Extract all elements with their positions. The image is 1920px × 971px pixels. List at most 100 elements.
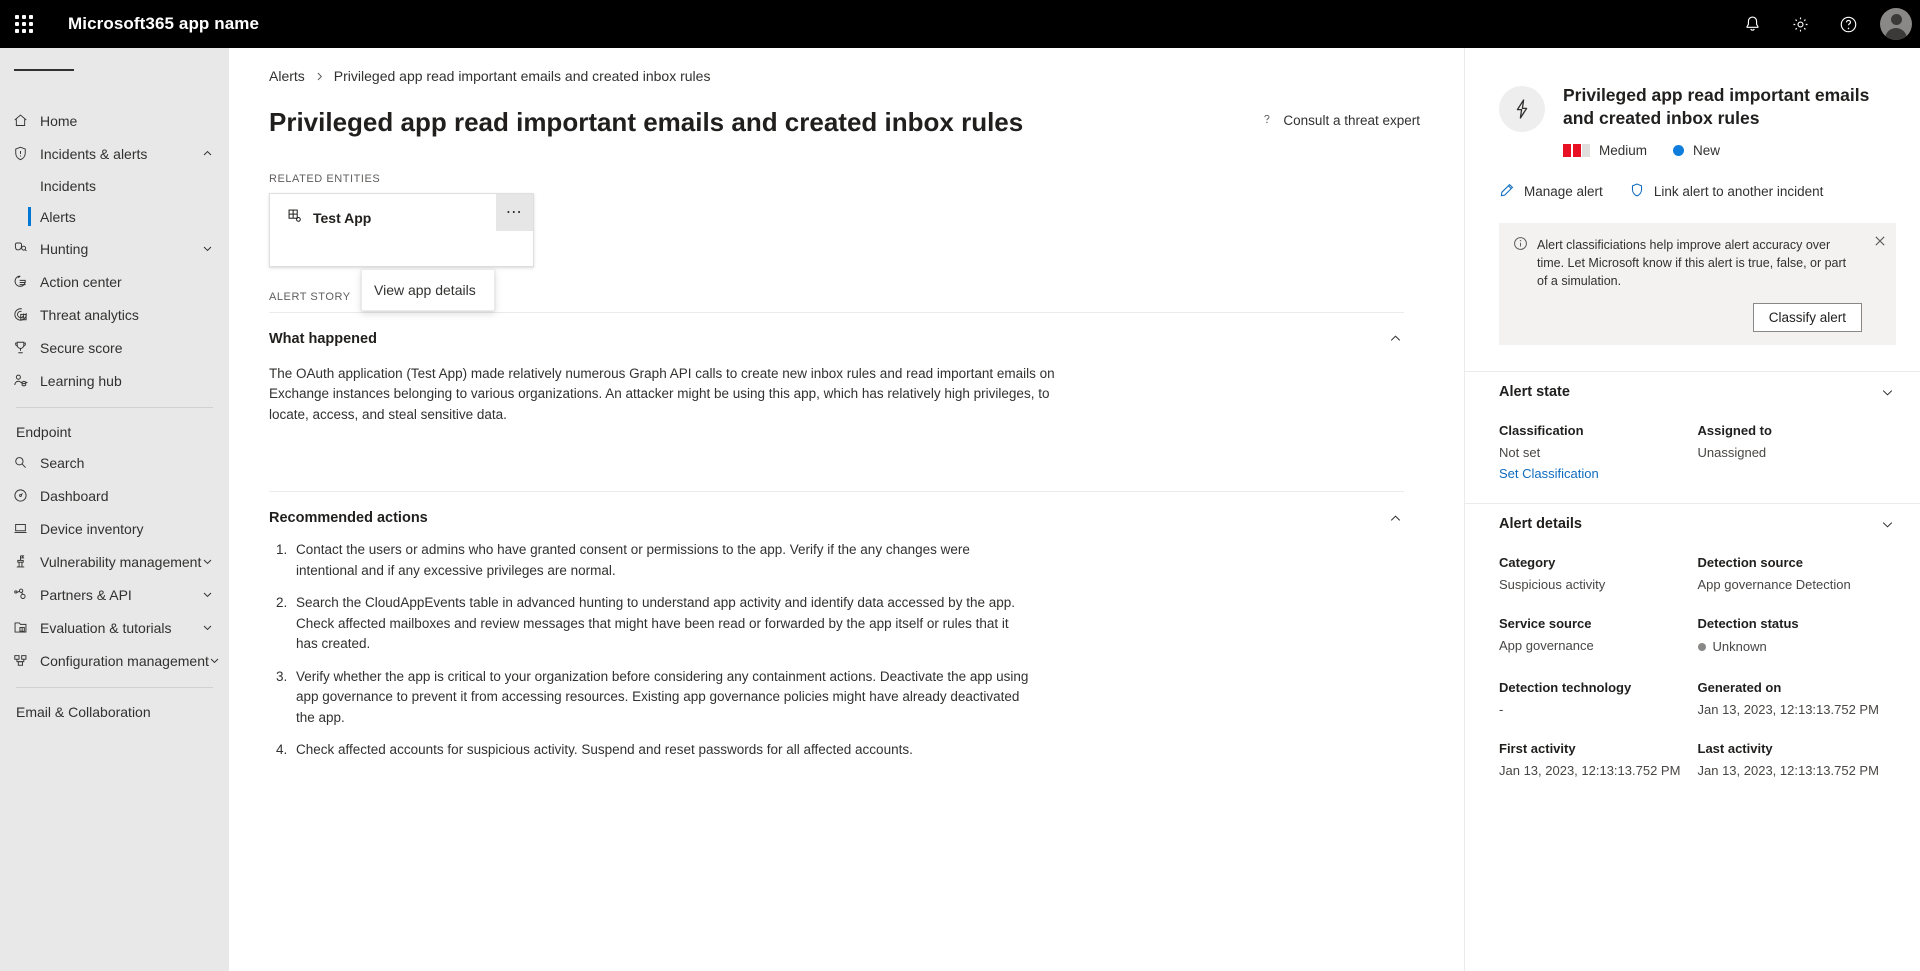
chevron-down-icon[interactable] [202, 243, 213, 254]
consult-threat-expert-button[interactable]: Consult a threat expert [1260, 106, 1420, 129]
field-value: Jan 13, 2023, 12:13:13.752 PM [1697, 701, 1879, 717]
sidebar-item-label: Vulnerability management [40, 553, 202, 570]
related-entities-area: Test App ⋯ View app details [229, 192, 1464, 311]
manage-alert-button[interactable]: Manage alert [1499, 182, 1603, 201]
sidebar-item-configuration-management[interactable]: Configuration management [0, 644, 229, 677]
breadcrumb: Alerts Privileged app read important ema… [229, 48, 1464, 84]
field-detection-source: Detection source App governance Detectio… [1698, 555, 1897, 592]
question-icon[interactable] [1824, 0, 1872, 48]
menu-item-view-app-details[interactable]: View app details [362, 274, 494, 306]
sidebar-item-hunting[interactable]: Hunting [0, 232, 229, 265]
alert-details-fields: Category Suspicious activity Detection s… [1465, 545, 1920, 778]
entity-card-test-app[interactable]: Test App ⋯ [269, 192, 534, 267]
severity-bars-icon [1563, 144, 1590, 158]
sidebar-item-alerts[interactable]: Alerts [0, 201, 229, 232]
chevron-down-icon[interactable] [209, 655, 220, 666]
lightning-bolt-icon [1499, 86, 1545, 132]
link-alert-label: Link alert to another incident [1653, 184, 1824, 200]
field-label: Service source [1499, 615, 1592, 631]
page-header: Privileged app read important emails and… [229, 84, 1464, 139]
learning-hub-icon [12, 372, 40, 389]
chevron-up-icon[interactable] [202, 148, 213, 159]
hunting-icon [12, 240, 40, 257]
bell-icon[interactable] [1728, 0, 1776, 48]
sidebar-item-evaluation-tutorials[interactable]: Evaluation & tutorials [0, 611, 229, 644]
field-value: Unassigned [1697, 444, 1767, 460]
nav-group-endpoint: Endpoint [16, 424, 72, 440]
info-banner-text: Alert classificiations help improve aler… [1537, 238, 1847, 289]
sidebar-item-label: Action center [40, 273, 122, 290]
recommended-actions-header[interactable]: Recommended actions [269, 492, 1404, 526]
field-label: Detection technology [1499, 679, 1632, 695]
nav-group-email-collaboration: Email & Collaboration [16, 704, 151, 720]
recommended-actions-list: Contact the users or admins who have gra… [269, 540, 1029, 761]
sidebar-item-search[interactable]: Search [0, 446, 229, 479]
sidebar-item-threat-analytics[interactable]: Threat analytics [0, 298, 229, 331]
field-value: - [1499, 701, 1504, 717]
close-icon[interactable] [1874, 234, 1886, 252]
classify-alert-button[interactable]: Classify alert [1752, 302, 1862, 332]
chevron-down-icon[interactable] [202, 556, 213, 567]
chevron-up-icon[interactable] [1389, 332, 1404, 345]
field-label: First activity [1499, 740, 1576, 756]
alert-state-title: Alert state [1499, 384, 1570, 401]
gear-icon[interactable] [1776, 0, 1824, 48]
chevron-down-icon[interactable] [202, 589, 213, 600]
ellipsis-icon[interactable]: ⋯ [496, 193, 533, 231]
left-navigation: Home Incidents & alerts Incidents Alerts… [0, 48, 229, 971]
alert-state-header[interactable]: Alert state [1465, 370, 1920, 413]
sidebar-item-label: Hunting [40, 240, 89, 257]
details-header: Privileged app read important emails and… [1465, 48, 1920, 158]
field-label: Generated on [1697, 679, 1782, 695]
app-launcher-icon[interactable] [0, 0, 48, 48]
classification-info-banner: Alert classificiations help improve aler… [1499, 223, 1896, 345]
field-value: Jan 13, 2023, 12:13:13.752 PM [1499, 762, 1681, 778]
sidebar-item-partners-api[interactable]: Partners & API [0, 578, 229, 611]
set-classification-link[interactable]: Set Classification [1499, 466, 1599, 481]
list-item: Contact the users or admins who have gra… [291, 540, 1029, 581]
sidebar-item-label: Partners & API [40, 586, 132, 603]
sidebar-item-label: Learning hub [40, 372, 122, 389]
alert-details-header[interactable]: Alert details [1465, 502, 1920, 545]
sidebar-item-home[interactable]: Home [0, 104, 229, 137]
chevron-down-icon[interactable] [1881, 386, 1896, 399]
field-generated-on: Generated on Jan 13, 2023, 12:13:13.752 … [1698, 680, 1897, 717]
sidebar-item-action-center[interactable]: Action center [0, 265, 229, 298]
field-label: Detection status [1697, 615, 1799, 631]
severity-label: Medium [1599, 143, 1648, 159]
sidebar-item-secure-score[interactable]: Secure score [0, 331, 229, 364]
details-badges: Medium New [1563, 143, 1896, 158]
sidebar-item-dashboard[interactable]: Dashboard [0, 479, 229, 512]
chevron-right-icon [314, 71, 325, 82]
breadcrumb-parent[interactable]: Alerts [269, 68, 305, 84]
sidebar-item-label: Evaluation & tutorials [40, 619, 172, 636]
action-center-icon [12, 273, 40, 290]
chevron-up-icon[interactable] [1389, 512, 1404, 525]
alert-details-title: Alert details [1499, 516, 1582, 533]
list-item: Search the CloudAppEvents table in advan… [291, 593, 1029, 655]
field-value: App governance Detection [1697, 576, 1851, 592]
link-alert-button[interactable]: Link alert to another incident [1629, 182, 1824, 201]
hamburger-icon[interactable] [0, 48, 229, 92]
sidebar-item-device-inventory[interactable]: Device inventory [0, 512, 229, 545]
alert-story-body: What happened The OAuth application (Tes… [229, 311, 1464, 761]
sidebar-item-incidents-alerts[interactable]: Incidents & alerts [0, 137, 229, 170]
main-region: Alerts Privileged app read important ema… [229, 48, 1920, 971]
sidebar-item-learning-hub[interactable]: Learning hub [0, 364, 229, 397]
nav-divider [16, 407, 213, 408]
what-happened-header[interactable]: What happened [269, 313, 1404, 347]
sidebar-item-incidents[interactable]: Incidents [0, 170, 229, 201]
field-label: Last activity [1697, 740, 1773, 756]
app-grid-icon [286, 207, 303, 229]
avatar[interactable] [1872, 0, 1920, 48]
sidebar-item-vulnerability-management[interactable]: Vulnerability management [0, 545, 229, 578]
field-value: Not set [1499, 444, 1541, 460]
alert-details-pane: Privileged app read important emails and… [1464, 48, 1920, 971]
field-label: Category [1499, 554, 1556, 570]
sidebar-item-label: Device inventory [40, 520, 144, 537]
chevron-down-icon[interactable] [202, 622, 213, 633]
field-label: Detection source [1697, 554, 1803, 570]
question-icon [1260, 112, 1274, 129]
field-category: Category Suspicious activity [1499, 555, 1698, 592]
chevron-down-icon[interactable] [1881, 518, 1896, 531]
